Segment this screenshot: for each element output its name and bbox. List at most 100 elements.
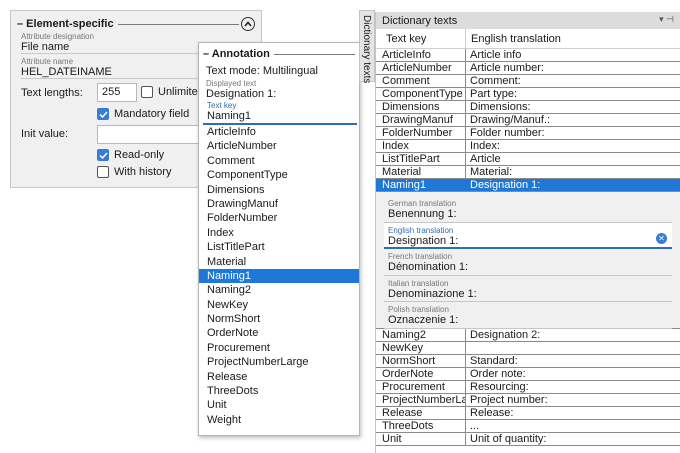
list-item[interactable]: Index <box>199 226 359 240</box>
row-value: Article info <box>470 49 522 61</box>
translation-caption: German translation <box>388 199 457 208</box>
list-item[interactable]: Weight <box>199 413 359 427</box>
list-item[interactable]: ThreeDots <box>199 384 359 398</box>
list-item[interactable]: FolderNumber <box>199 211 359 225</box>
text-lengths-input[interactable]: 255 <box>97 83 137 102</box>
dictionary-rows: Naming2 Designation 2: NewKey NormShort Stan… <box>376 329 680 446</box>
with-history-label: With history <box>114 166 172 178</box>
table-row[interactable]: Unit Unit of quantity: <box>376 433 680 446</box>
table-row[interactable]: Naming2 Designation 2: <box>376 329 680 342</box>
row-value: Release: <box>470 407 514 419</box>
table-row[interactable]: Release Release: <box>376 407 680 420</box>
translation-field[interactable]: French translation Dénomination 1: <box>384 249 672 276</box>
table-row[interactable]: NewKey <box>376 342 680 355</box>
table-row[interactable]: Index Index: <box>376 140 680 153</box>
row-key: ArticleInfo <box>376 49 466 61</box>
list-item[interactable]: Dimensions <box>199 183 359 197</box>
list-item[interactable]: ListTitlePart <box>199 240 359 254</box>
translation-detail-panel: German translation Benennung 1: English tr… <box>376 192 680 329</box>
row-key: Material <box>376 166 466 178</box>
translation-field[interactable]: German translation Benennung 1: <box>384 196 672 223</box>
list-item[interactable]: Procurement <box>199 341 359 355</box>
translation-field[interactable]: English translation Designation 1: ✕ <box>384 222 672 249</box>
table-row-selected[interactable]: Naming1 Designation 1: <box>376 179 680 192</box>
table-row[interactable]: NormShort Standard: <box>376 355 680 368</box>
row-value: Standard: <box>470 355 518 367</box>
element-specific-title: – Element-specific <box>17 18 114 30</box>
table-row[interactable]: ProjectNumberLarge Project number: <box>376 394 680 407</box>
row-key: Release <box>376 407 466 419</box>
text-key-combobox[interactable]: Text key Naming1 <box>203 101 357 125</box>
table-row[interactable]: ThreeDots... <box>376 420 680 433</box>
text-key-column-header[interactable]: Text key <box>376 29 466 48</box>
table-row[interactable]: Dimensions Dimensions: <box>376 101 680 114</box>
list-item[interactable]: ArticleNumber <box>199 139 359 153</box>
list-item[interactable]: Naming2 <box>199 283 359 297</box>
checkbox-checked-icon <box>97 108 109 120</box>
table-row[interactable]: ArticleInfo Article info <box>376 49 680 62</box>
row-value: Part type: <box>470 88 518 100</box>
table-row[interactable]: DrawingManuf Drawing/Manuf.: <box>376 114 680 127</box>
dictionary-title-bar: Dictionary texts ▾ ⊣ <box>376 12 680 29</box>
table-row[interactable]: FolderNumber Folder number: <box>376 127 680 140</box>
list-item[interactable]: DrawingManuf <box>199 197 359 211</box>
mandatory-field-checkbox[interactable]: Mandatory field <box>97 108 189 120</box>
translation-caption: Polish translation <box>388 305 449 314</box>
row-value: Comment: <box>470 75 521 87</box>
list-item[interactable]: Release <box>199 370 359 384</box>
text-key-caption: Text key <box>207 101 237 110</box>
list-item[interactable]: NewKey <box>199 298 359 312</box>
table-row[interactable]: ComponentType Part type: <box>376 88 680 101</box>
table-row[interactable]: Comment Comment: <box>376 75 680 88</box>
list-item[interactable]: Unit <box>199 398 359 412</box>
text-key-dropdown-list: ArticleInfo ArticleNumber Comment Component… <box>199 125 359 427</box>
row-value <box>466 342 680 354</box>
row-value: Designation 2: <box>470 329 541 341</box>
row-key: OrderNote <box>376 368 466 380</box>
element-specific-header[interactable]: – Element-specific <box>17 17 255 31</box>
dictionary-texts-tab-label: Dictionary texts <box>361 15 372 84</box>
table-row[interactable]: ListTitlePart Article <box>376 153 680 166</box>
english-translation-column-header[interactable]: English translation <box>466 29 680 48</box>
translation-caption: French translation <box>388 252 453 261</box>
dictionary-rows: ArticleInfo Article info ArticleNumber Arti… <box>376 49 680 179</box>
translation-caption: English translation <box>388 225 454 235</box>
collapse-icon[interactable] <box>241 17 255 31</box>
translation-field[interactable]: Polish translation Oznaczenie 1: <box>384 302 672 329</box>
table-row[interactable]: Material Material: <box>376 166 680 179</box>
translation-field[interactable]: Italian translation Denominazione 1: <box>384 276 672 302</box>
dropdown-arrow-icon[interactable]: ▾ <box>659 14 664 24</box>
read-only-checkbox[interactable]: Read-only <box>97 149 164 161</box>
table-row[interactable]: Procurement Resourcing: <box>376 381 680 394</box>
table-row[interactable]: ArticleNumber Article number: <box>376 62 680 75</box>
list-item[interactable]: ComponentType <box>199 168 359 182</box>
text-key-value: Naming1 <box>207 110 252 122</box>
row-key: Dimensions <box>376 101 466 113</box>
list-item[interactable]: OrderNote <box>199 326 359 340</box>
row-key: Unit <box>376 433 466 445</box>
list-item[interactable]: ArticleInfo <box>199 125 359 139</box>
row-value: Folder number: <box>470 127 545 139</box>
row-key: NewKey <box>376 342 466 354</box>
list-item[interactable]: ProjectNumberLarge <box>199 355 359 369</box>
clear-icon[interactable]: ✕ <box>656 232 667 244</box>
list-item[interactable]: Comment <box>199 154 359 168</box>
row-value: Project number: <box>470 394 548 406</box>
list-item[interactable]: Material <box>199 255 359 269</box>
pin-icon[interactable]: ⊣ <box>666 14 674 24</box>
list-item[interactable]: Naming1 <box>199 268 359 284</box>
list-item[interactable]: NormShort <box>199 312 359 326</box>
displayed-text-caption: Displayed text <box>206 79 257 88</box>
init-value-label: Init value: <box>21 128 69 140</box>
unlimited-checkbox[interactable]: Unlimited <box>141 86 204 98</box>
row-key: ProjectNumberLarge <box>376 394 466 406</box>
dictionary-texts-tab[interactable]: Dictionary texts <box>359 10 375 84</box>
text-lengths-label: Text lengths: <box>21 87 83 99</box>
table-row[interactable]: OrderNote Order note: <box>376 368 680 381</box>
with-history-checkbox[interactable]: With history <box>97 166 171 178</box>
row-value: Material: <box>470 166 513 178</box>
annotation-header[interactable]: – Annotation <box>203 47 355 61</box>
row-key: ThreeDots <box>376 420 466 432</box>
displayed-text-value: Designation 1: <box>206 88 277 100</box>
displayed-text-field: Displayed text Designation 1: <box>206 79 356 100</box>
